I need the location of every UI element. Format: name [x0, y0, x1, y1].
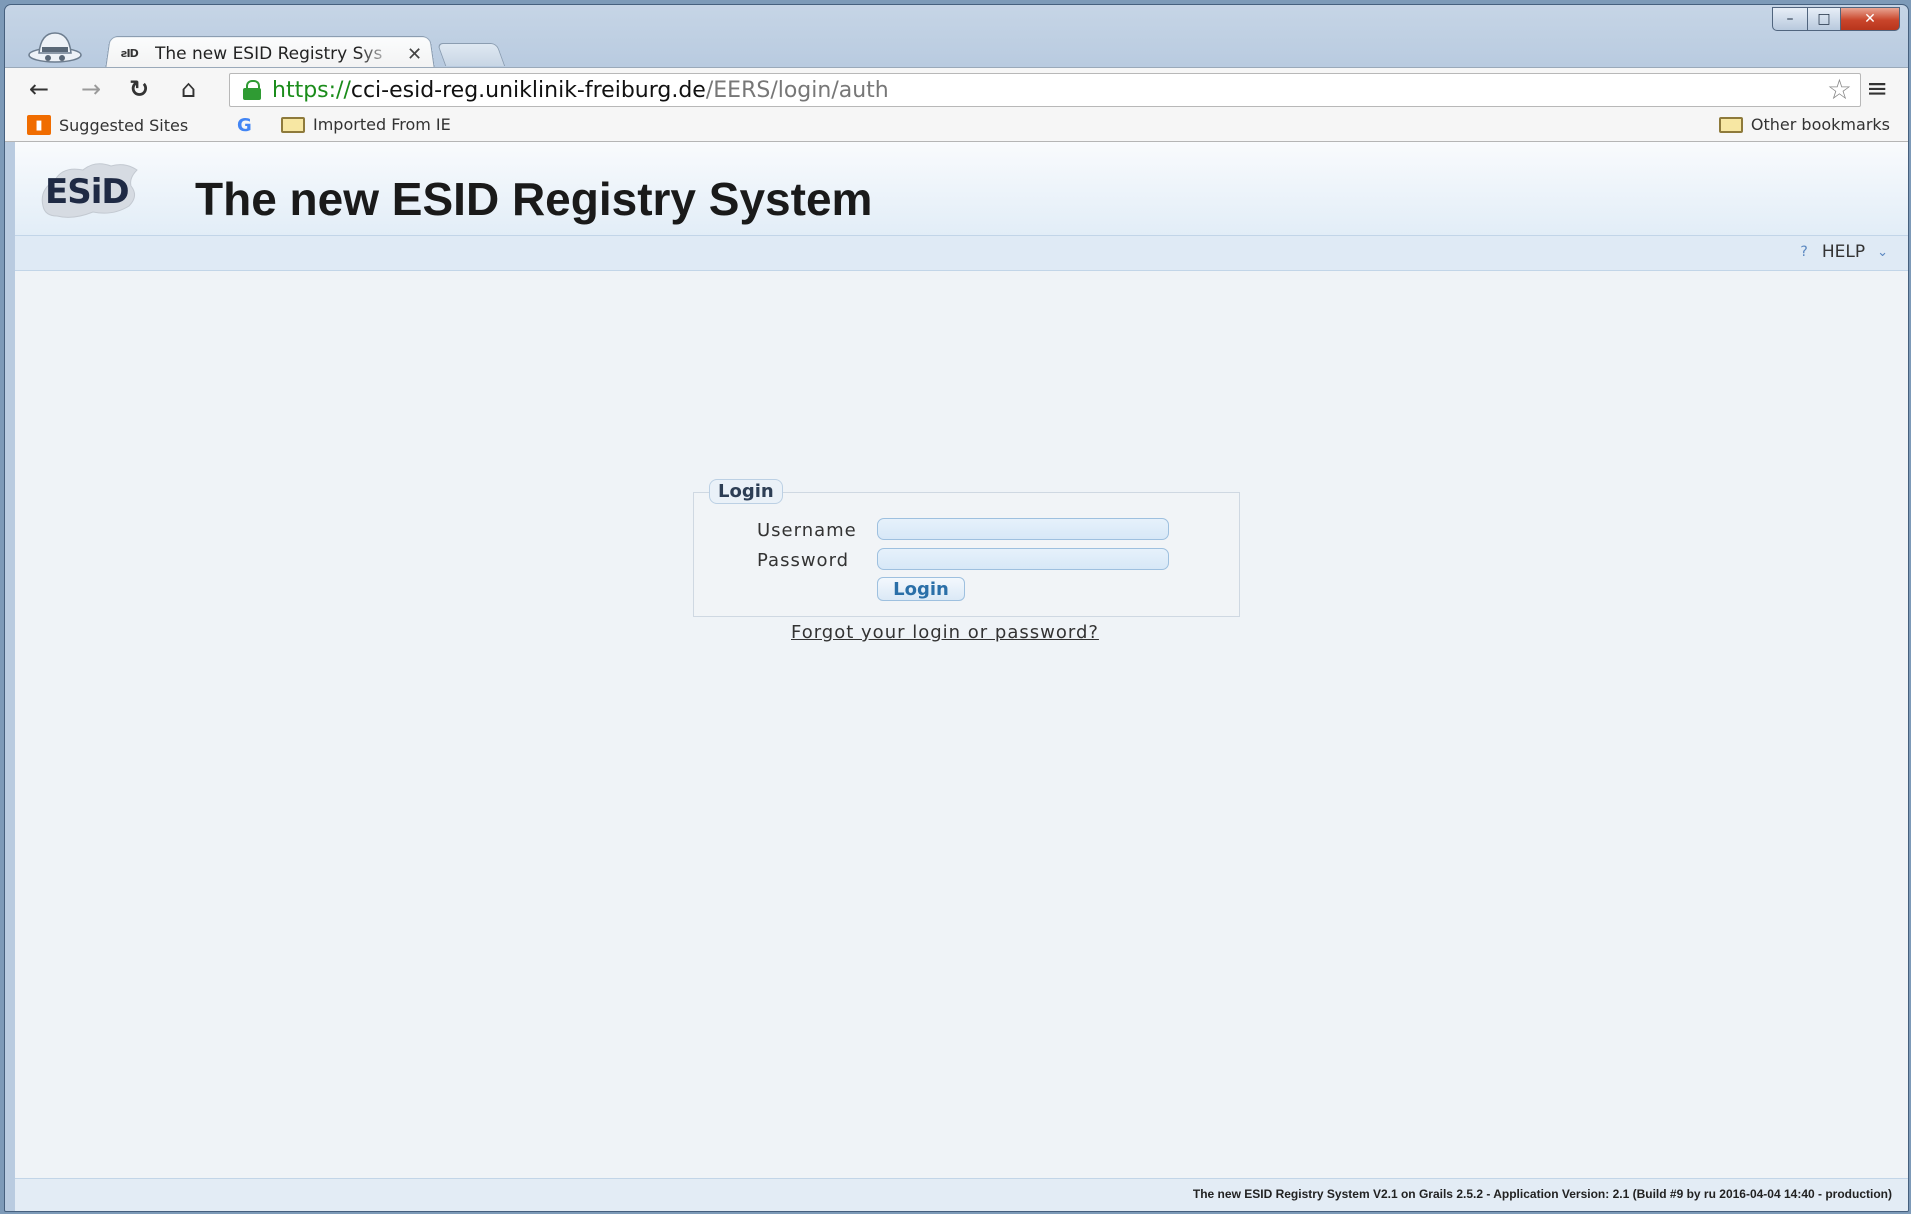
username-label: Username — [757, 520, 857, 541]
password-label: Password — [757, 550, 850, 571]
logo-text: ESiD — [45, 172, 130, 212]
close-window-button[interactable]: ✕ — [1841, 7, 1900, 31]
url-text[interactable]: https://cci-esid-reg.uniklinik-freiburg.… — [272, 78, 889, 103]
reload-icon[interactable]: ↻ — [129, 76, 149, 102]
incognito-icon — [28, 32, 82, 63]
lock-icon[interactable] — [242, 80, 262, 100]
login-legend: Login — [709, 479, 783, 504]
bookmark-label: Suggested Sites — [59, 115, 189, 135]
help-menu[interactable]: ? HELP ⌄ — [1800, 242, 1888, 262]
browser-window: ƨID The new ESID Registry Sys ✕ – □ ✕ ← … — [4, 4, 1909, 1212]
tab-active[interactable]: ƨID The new ESID Registry Sys ✕ — [121, 41, 431, 67]
chevron-down-icon: ⌄ — [1877, 244, 1888, 260]
tab-title: The new ESID Registry Sys — [155, 44, 383, 64]
bookmark-google[interactable]: G — [237, 115, 252, 136]
page-footer: The new ESID Registry System V2.1 on Gra… — [15, 1178, 1908, 1211]
suggested-sites-icon: ▮ — [27, 115, 51, 135]
page-title: The new ESID Registry System — [195, 173, 873, 225]
bookmarks-bar: ▮ Suggested Sites G Imported From IE Oth… — [5, 111, 1908, 142]
forward-arrow-icon[interactable]: → — [81, 76, 101, 102]
maximize-button[interactable]: □ — [1808, 7, 1841, 31]
help-question-icon: ? — [1800, 244, 1808, 260]
bookmark-suggested-sites[interactable]: ▮ Suggested Sites — [27, 115, 188, 135]
url-host: cci-esid-reg.uniklinik-freiburg.de — [350, 77, 706, 103]
esid-favicon-icon: ƨID — [121, 47, 139, 60]
window-controls: – □ ✕ — [1772, 7, 1900, 31]
forgot-password-link[interactable]: Forgot your login or password? — [791, 622, 1099, 643]
app-header: ESiD The new ESID Registry System — [15, 142, 1908, 235]
bookmark-star-icon[interactable]: ☆ — [1827, 74, 1852, 106]
login-button[interactable]: Login — [877, 577, 965, 601]
tab-close-icon[interactable]: ✕ — [407, 44, 422, 65]
help-label: HELP — [1821, 242, 1866, 262]
bookmark-label: Imported From IE — [313, 115, 451, 134]
password-input[interactable] — [877, 548, 1169, 570]
folder-icon — [1718, 116, 1743, 133]
browser-toolbar: ← → ↻ ⌂ https://cci-esid-reg.uniklinik-f… — [5, 67, 1908, 112]
google-icon: G — [237, 115, 252, 136]
tab-strip: ƨID The new ESID Registry Sys ✕ – □ ✕ — [5, 5, 1908, 70]
minimize-button[interactable]: – — [1772, 7, 1808, 31]
home-icon[interactable]: ⌂ — [181, 76, 196, 102]
url-scheme: https:// — [272, 77, 351, 103]
url-path: /EERS/login/auth — [705, 77, 889, 103]
address-bar[interactable]: https://cci-esid-reg.uniklinik-freiburg.… — [229, 73, 1861, 107]
username-input[interactable] — [877, 518, 1169, 540]
bookmark-other-bookmarks[interactable]: Other bookmarks — [1718, 115, 1890, 134]
bookmark-label: Other bookmarks — [1750, 115, 1890, 134]
help-bar: ? HELP ⌄ — [15, 235, 1908, 271]
folder-icon — [281, 116, 305, 133]
bookmark-imported-from-ie[interactable]: Imported From IE — [281, 115, 451, 134]
page-viewport: ESiD The new ESID Registry System ? HELP… — [15, 142, 1908, 1211]
footer-version-text: The new ESID Registry System V2.1 on Gra… — [1192, 1187, 1892, 1201]
menu-icon[interactable]: ≡ — [1866, 74, 1888, 104]
back-arrow-icon[interactable]: ← — [29, 76, 49, 102]
new-tab-button[interactable] — [436, 43, 506, 66]
